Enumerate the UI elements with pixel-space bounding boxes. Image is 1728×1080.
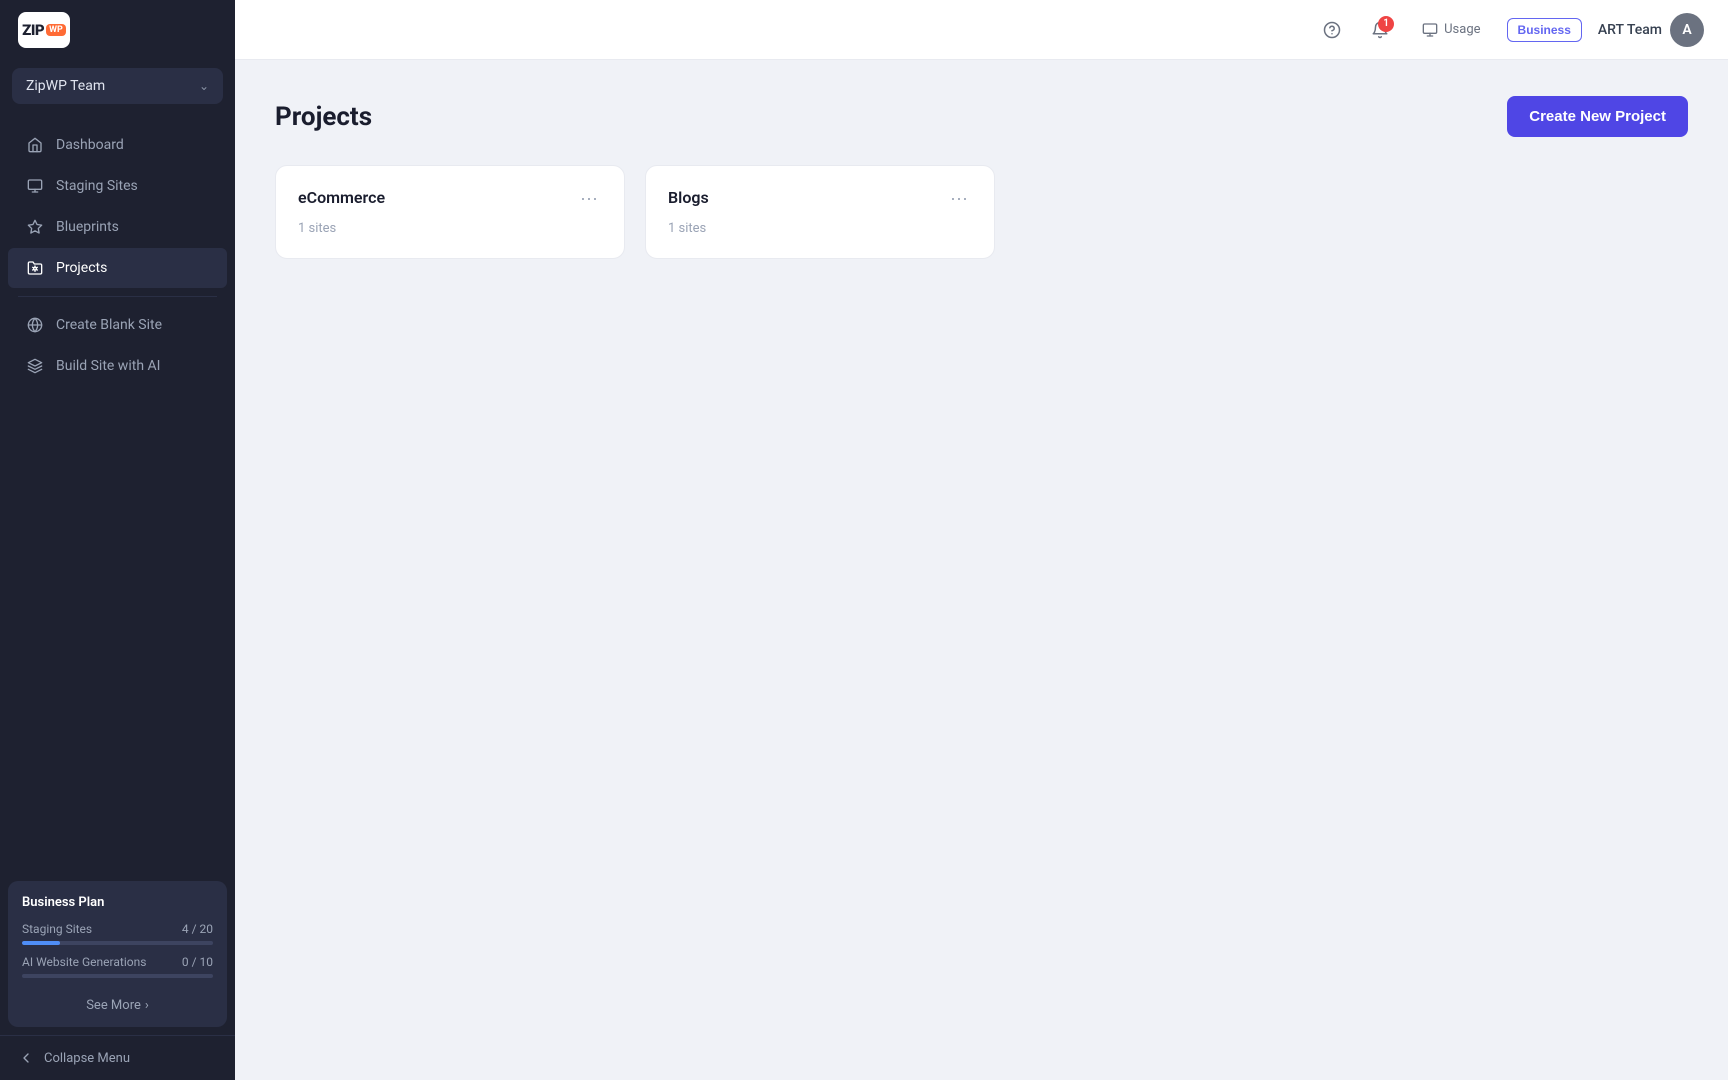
sidebar-item-blueprints[interactable]: Blueprints xyxy=(8,207,227,247)
nav-divider xyxy=(18,296,217,297)
project-sites-count: 1 sites xyxy=(668,221,972,236)
sidebar-item-blueprints-label: Blueprints xyxy=(56,219,119,235)
project-name: Blogs xyxy=(668,188,709,207)
notification-badge: 1 xyxy=(1378,16,1394,32)
usage-button[interactable]: Usage xyxy=(1412,16,1490,44)
plan-section: Business Plan Staging Sites 4 / 20 AI We… xyxy=(8,881,227,1027)
notifications-button[interactable]: 1 xyxy=(1364,14,1396,46)
help-button[interactable] xyxy=(1316,14,1348,46)
staging-progress-bar xyxy=(22,941,213,945)
project-sites-count: 1 sites xyxy=(298,221,602,236)
header: 1 Usage Business ART Team A xyxy=(235,0,1728,60)
staging-progress-fill xyxy=(22,941,60,945)
logo-area: ZIP WP xyxy=(0,0,235,60)
staging-sites-usage-label: Staging Sites xyxy=(22,922,92,936)
sidebar-item-staging-sites[interactable]: Staging Sites xyxy=(8,166,227,206)
projects-grid: eCommerce ··· 1 sites Blogs ··· 1 sites xyxy=(275,165,1688,259)
sidebar-item-projects-label: Projects xyxy=(56,260,107,276)
usage-label: Usage xyxy=(1444,22,1480,37)
project-more-button[interactable]: ··· xyxy=(576,189,602,207)
plan-title: Business Plan xyxy=(22,895,213,910)
logo: ZIP WP xyxy=(18,12,70,48)
chevron-right-icon: › xyxy=(145,998,149,1013)
create-new-project-button[interactable]: Create New Project xyxy=(1507,96,1688,137)
avatar: A xyxy=(1670,13,1704,47)
sidebar-item-build-ai-label: Build Site with AI xyxy=(56,358,160,374)
team-name: ZipWP Team xyxy=(26,78,105,94)
user-area[interactable]: ART Team A xyxy=(1598,13,1704,47)
database-icon xyxy=(26,177,44,195)
sidebar-item-dashboard-label: Dashboard xyxy=(56,137,124,153)
nav-section: Dashboard Staging Sites Blueprints xyxy=(0,112,235,873)
sidebar-item-create-blank-label: Create Blank Site xyxy=(56,317,162,333)
sidebar: ZIP WP ZipWP Team ⌄ Dashboard xyxy=(0,0,235,1080)
page-title: Projects xyxy=(275,102,372,132)
content-header: Projects Create New Project xyxy=(275,96,1688,137)
logo-wp-text: WP xyxy=(46,24,66,36)
sidebar-item-build-ai[interactable]: Build Site with AI xyxy=(8,346,227,386)
ai-gen-usage-label: AI Website Generations xyxy=(22,955,146,969)
project-card-header: eCommerce ··· xyxy=(298,188,602,207)
main-content: 1 Usage Business ART Team A Projects Cre… xyxy=(235,0,1728,1080)
project-card-blogs[interactable]: Blogs ··· 1 sites xyxy=(645,165,995,259)
sidebar-item-create-blank-site[interactable]: Create Blank Site xyxy=(8,305,227,345)
sidebar-item-staging-label: Staging Sites xyxy=(56,178,138,194)
sidebar-item-projects[interactable]: Projects xyxy=(8,248,227,288)
project-card-ecommerce[interactable]: eCommerce ··· 1 sites xyxy=(275,165,625,259)
user-name: ART Team xyxy=(1598,22,1662,38)
project-name: eCommerce xyxy=(298,188,385,207)
see-more-button[interactable]: See More › xyxy=(22,990,213,1013)
project-card-header: Blogs ··· xyxy=(668,188,972,207)
ai-gen-progress-bar xyxy=(22,974,213,978)
ai-gen-usage: AI Website Generations 0 / 10 xyxy=(22,955,213,978)
sidebar-item-dashboard[interactable]: Dashboard xyxy=(8,125,227,165)
collapse-icon xyxy=(18,1050,34,1066)
business-badge[interactable]: Business xyxy=(1507,18,1582,42)
ai-icon xyxy=(26,357,44,375)
staging-sites-usage-value: 4 / 20 xyxy=(182,922,213,936)
chevron-down-icon: ⌄ xyxy=(199,79,209,93)
content-area: Projects Create New Project eCommerce ··… xyxy=(235,60,1728,1080)
projects-icon xyxy=(26,259,44,277)
team-selector[interactable]: ZipWP Team ⌄ xyxy=(12,68,223,104)
wordpress-icon xyxy=(26,316,44,334)
home-icon xyxy=(26,136,44,154)
collapse-menu-button[interactable]: Collapse Menu xyxy=(0,1035,235,1080)
see-more-label: See More xyxy=(86,998,141,1013)
logo-zip-text: ZIP xyxy=(22,21,44,39)
staging-sites-usage: Staging Sites 4 / 20 xyxy=(22,922,213,945)
project-more-button[interactable]: ··· xyxy=(946,189,972,207)
blueprint-icon xyxy=(26,218,44,236)
ai-gen-usage-value: 0 / 10 xyxy=(182,955,213,969)
collapse-label: Collapse Menu xyxy=(44,1051,130,1066)
